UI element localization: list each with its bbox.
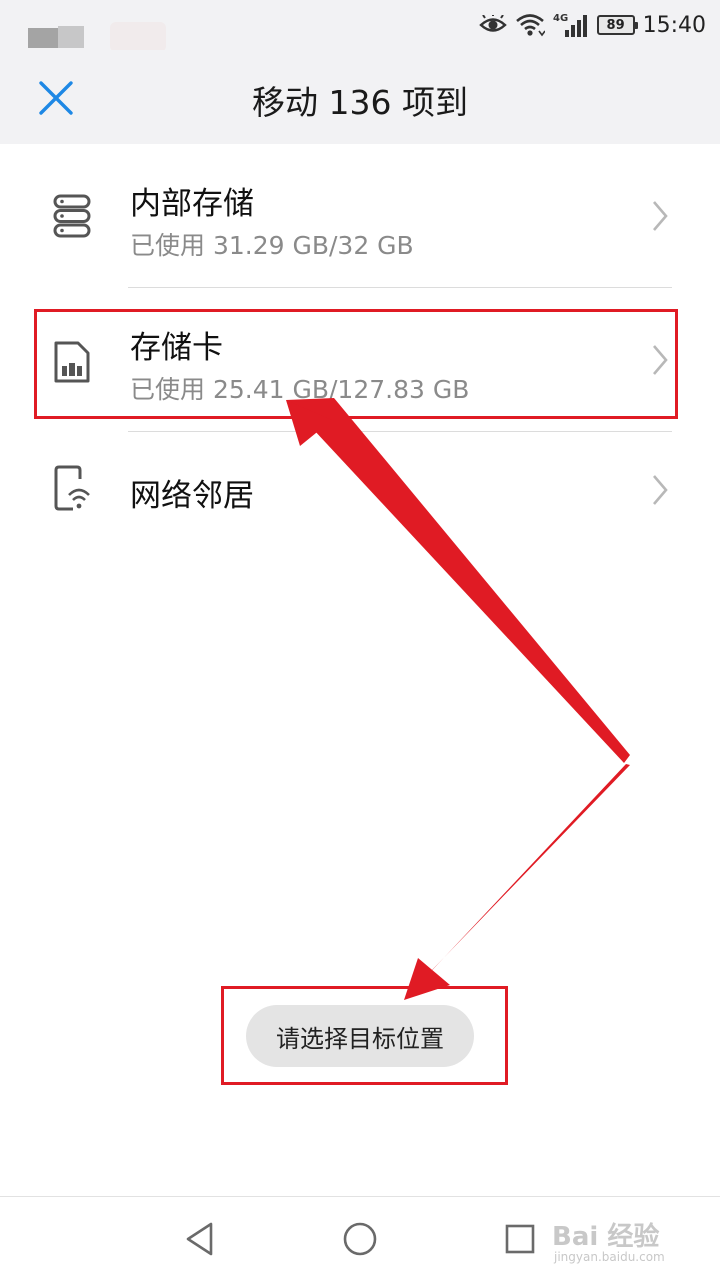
title-bar: 移动 136 项到 (0, 50, 720, 144)
network-phone-icon (50, 464, 94, 512)
annotation-arrow-down (406, 764, 630, 998)
back-triangle-icon (186, 1222, 213, 1256)
watermark-subtext: jingyan.baidu.com (554, 1250, 665, 1264)
watermark-text: Bai 经验 (552, 1222, 660, 1252)
list-item-network-neighborhood[interactable]: 网络邻居 (0, 432, 720, 548)
cellular-signal-icon: 4G (553, 12, 589, 38)
status-time: 15:40 (642, 12, 706, 38)
chevron-right-icon (653, 475, 668, 505)
item-title: 网络邻居 (130, 478, 254, 514)
annotation-highlight-box (34, 309, 678, 419)
blurred-notification-icon (28, 28, 58, 48)
wifi-icon (515, 13, 545, 37)
network-type: 4G (553, 13, 568, 24)
watermark: Bai 经验 jingyan.baidu.com (552, 1216, 692, 1268)
eye-comfort-icon (478, 15, 507, 35)
back-button[interactable] (180, 1219, 220, 1259)
storage-drive-icon (50, 192, 94, 240)
recents-square-icon (505, 1224, 535, 1254)
item-subtitle: 已使用 31.29 GB/32 GB (130, 231, 414, 260)
toast-message: 请选择目标位置 (246, 1005, 474, 1067)
chevron-right-icon (653, 201, 668, 231)
list-item-internal-storage[interactable]: 内部存储 已使用 31.29 GB/32 GB (0, 144, 720, 288)
home-circle-icon (343, 1222, 377, 1256)
status-icons: 4G 89 15:40 (478, 8, 706, 42)
status-bar: 4G 89 15:40 (0, 0, 720, 52)
blurred-notification-icon (110, 22, 166, 52)
item-title: 内部存储 (130, 186, 254, 222)
battery-icon: 89 (596, 15, 638, 35)
blurred-notification-icon (58, 26, 84, 48)
home-button[interactable] (340, 1219, 380, 1259)
recents-button[interactable] (500, 1219, 540, 1259)
battery-level: 89 (606, 17, 625, 33)
page-title: 移动 136 项到 (252, 83, 468, 122)
